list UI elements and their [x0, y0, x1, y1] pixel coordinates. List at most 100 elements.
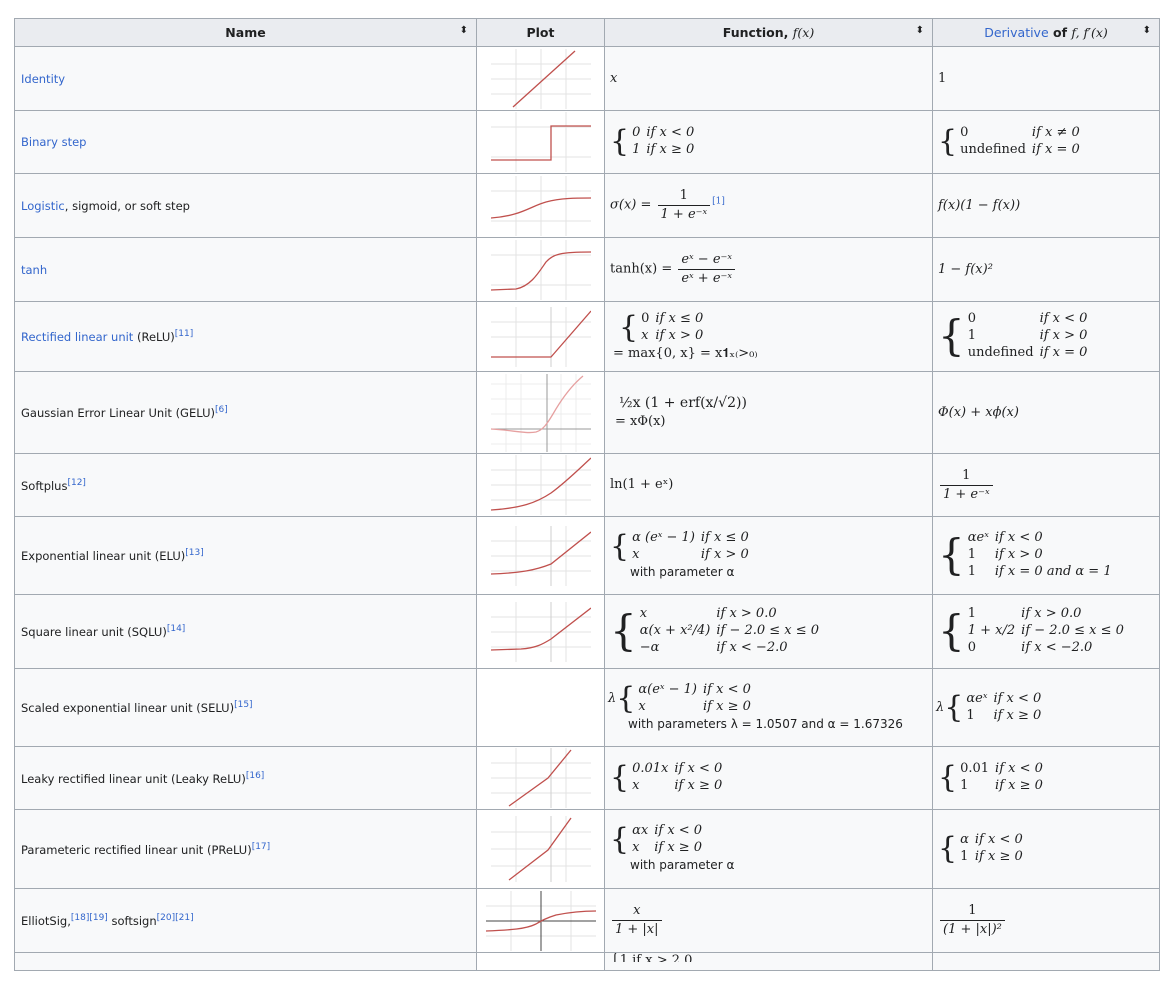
derivative-formula: 1 − f(x)² — [938, 261, 993, 277]
function-cell: { x if x > 0.0 α(x + x²/4) if − 2.0 ≤ x ≤ … — [604, 594, 933, 669]
citation-link[interactable]: [17] — [252, 842, 270, 852]
table-row: Parameteric rectified linear unit (PReLU… — [14, 809, 1160, 889]
plot-cell — [476, 594, 605, 669]
citation-link[interactable]: [18][19] — [71, 913, 108, 923]
plot-cell — [476, 46, 605, 111]
brace-glyph: { — [938, 124, 958, 159]
sort-icon[interactable]: ⬍ — [460, 25, 468, 36]
brace-glyph: { — [944, 689, 964, 725]
case-value: −α — [639, 639, 660, 655]
plot-cell — [476, 173, 605, 238]
function-name-text-2: softsign — [107, 914, 157, 928]
case-condition: if x < 0 — [703, 681, 751, 697]
function-name-link[interactable]: Identity — [21, 72, 65, 86]
table-row: ⎧1 if x > 2.0 — [14, 952, 1160, 971]
derivative-cases: { 0 if x < 0 1 if x > 0 undefined if x = 0 — [938, 311, 1093, 362]
case-condition: if x ≠ 0 — [1031, 125, 1080, 141]
denominator: (1 + |x|)² — [943, 922, 1002, 937]
citation-link[interactable]: [12] — [67, 478, 85, 488]
derivative-formula: Φ(x) + xϕ(x) — [938, 404, 1019, 420]
binary-step-plot — [490, 112, 591, 172]
column-header-function[interactable]: Function, f(x) ⬍ — [604, 18, 933, 47]
case-condition: if x = 0 — [1039, 344, 1088, 360]
tanh-plot — [490, 239, 591, 300]
table-row: Gaussian Error Linear Unit (GELU)[6] ½x … — [14, 371, 1160, 454]
case-condition: if x > 0 — [1039, 328, 1088, 344]
case-value: α(eˣ − 1) — [638, 681, 698, 697]
partial-formula: ⎧1 if x > 2.0 — [610, 953, 693, 963]
case-condition: if x ≥ 0 — [674, 778, 723, 793]
function-parameter-note: with parameter α — [630, 858, 735, 873]
derivative-link[interactable]: Derivative — [984, 25, 1048, 40]
case-value: 0 — [632, 125, 641, 141]
citation-link[interactable]: [6] — [215, 405, 228, 415]
logistic-plot — [490, 175, 591, 236]
citation-link[interactable]: [13] — [185, 548, 203, 558]
column-header-derivative[interactable]: Derivative of f, f′(x) ⬍ — [932, 18, 1160, 47]
lambda-symbol: λ — [936, 699, 945, 715]
function-name-link[interactable]: Binary step — [21, 135, 87, 149]
function-name-link[interactable]: tanh — [21, 263, 47, 277]
case-value: undefined — [967, 344, 1034, 360]
function-cases: { αx if x < 0 x if x ≥ 0 — [610, 823, 708, 857]
plot-cell — [476, 516, 605, 595]
numerator: 1 — [657, 187, 711, 206]
plot-cell — [476, 301, 605, 372]
case-condition: if − 2.0 ≤ x ≤ 0 — [716, 623, 820, 639]
case-value: 1 — [967, 606, 977, 622]
fraction: x1 + |x| — [612, 902, 662, 938]
table-row: Square linear unit (SQLU)[14] { x if x > … — [14, 594, 1160, 669]
function-cases: { 0 if x < 0 1 if x ≥ 0 — [610, 125, 700, 159]
case-condition: if x > 0 — [994, 547, 1043, 563]
derivative-cases: { 0 if x ≠ 0 undefined if x = 0 — [938, 125, 1086, 159]
plot-cell — [476, 746, 605, 810]
case-condition: if x < 0 — [674, 761, 723, 777]
name-cell: tanh — [14, 237, 477, 302]
sort-icon[interactable]: ⬍ — [916, 25, 924, 36]
brace-glyph: { — [610, 528, 630, 564]
case-condition: if x = 0 — [1031, 142, 1080, 157]
case-condition: if x ≥ 0 — [703, 698, 751, 714]
name-cell: Gaussian Error Linear Unit (GELU)[6] — [14, 371, 477, 454]
plot-cell — [476, 110, 605, 174]
table-row: Logistic, sigmoid, or soft step σ(x) = 1… — [14, 173, 1160, 238]
derivative-cell: Φ(x) + xϕ(x) — [932, 371, 1160, 454]
lambda-cases: λ { αeˣ if x < 0 1 if x ≥ 0 — [936, 691, 1047, 725]
citation-link[interactable]: [11] — [175, 329, 193, 339]
case-condition: if x < −2.0 — [1021, 639, 1093, 655]
case-value: 0 — [641, 310, 650, 326]
derivative-cases: { 0.01 if x < 0 1 if x ≥ 0 — [938, 761, 1049, 795]
brace-glyph: { — [619, 309, 639, 345]
function-name-text: Square linear unit (SQLU) — [21, 625, 167, 639]
function-name-text: Gaussian Error Linear Unit (GELU) — [21, 406, 215, 420]
derivative-cell: 1 − f(x)² — [932, 237, 1160, 302]
name-cell: Identity — [14, 46, 477, 111]
case-condition: if x ≥ 0 — [974, 849, 1023, 864]
plot-cell — [476, 668, 605, 747]
name-cell — [14, 952, 477, 971]
column-header-name[interactable]: Name ⬍ — [14, 18, 477, 47]
function-name-link[interactable]: Rectified linear unit — [21, 330, 133, 344]
citation-link[interactable]: [1] — [712, 197, 725, 207]
function-cases: { x if x > 0.0 α(x + x²/4) if − 2.0 ≤ x ≤ … — [610, 606, 825, 657]
case-value: 0 — [967, 311, 977, 327]
derivative-cell: { α if x < 0 1 if x ≥ 0 — [932, 809, 1160, 889]
sort-icon[interactable]: ⬍ — [1143, 25, 1151, 36]
prelu-plot — [490, 816, 591, 882]
denominator: eˣ + e⁻ˣ — [681, 271, 732, 286]
derivative-formula: 1 — [938, 70, 947, 86]
fraction: 11 + e⁻ˣ — [940, 467, 993, 503]
plot-cell — [476, 453, 605, 517]
citation-link[interactable]: [14] — [167, 624, 185, 634]
case-value: αeˣ — [966, 690, 988, 706]
case-value: αeˣ — [967, 530, 989, 546]
function-name-link[interactable]: Logistic — [21, 199, 65, 213]
column-header-function-label: Function, — [722, 25, 793, 40]
citation-link[interactable]: [15] — [234, 700, 252, 710]
elu-plot — [490, 525, 591, 586]
citation-link[interactable]: [16] — [246, 771, 264, 781]
case-value: 1 — [967, 328, 977, 344]
derivative-cell: 1 — [932, 46, 1160, 111]
derivative-cell: { 0.01 if x < 0 1 if x ≥ 0 — [932, 746, 1160, 810]
citation-link[interactable]: [20][21] — [157, 913, 194, 923]
